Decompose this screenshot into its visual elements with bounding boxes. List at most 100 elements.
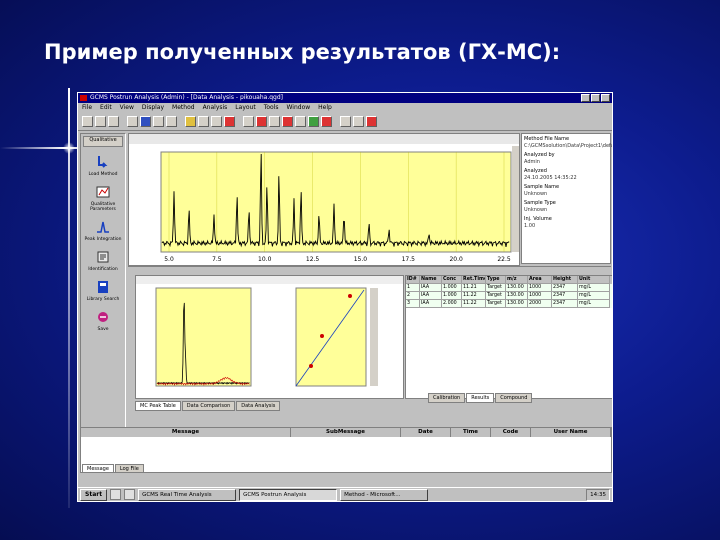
chromatogram-view-icon[interactable] (140, 115, 151, 127)
info-inj-volume: Inj. Volume 1.00 (524, 216, 552, 229)
x-tick-label: 7.5 (212, 256, 222, 263)
assistant-load-method[interactable]: Load Method (81, 154, 125, 177)
quick-launch-ie-icon[interactable] (110, 489, 122, 500)
message-log: Message SubMessage Date Time Code User N… (80, 427, 612, 473)
stop-icon[interactable] (321, 115, 332, 127)
spectrum-view-icon[interactable] (153, 115, 164, 127)
spectrum-scrollbar[interactable] (370, 288, 378, 386)
menu-window[interactable]: Window (286, 103, 310, 112)
minimize-button[interactable] (581, 94, 590, 102)
zoom-icon[interactable] (127, 115, 138, 127)
table-row[interactable]: 3 IAA 2.000 11.22 Target 130.00 2000 234… (406, 300, 612, 308)
report-icon[interactable] (282, 115, 293, 127)
marker-icon[interactable] (224, 115, 235, 127)
maximize-button[interactable] (591, 94, 600, 102)
tab-message[interactable]: Message (82, 464, 114, 473)
save-icon (98, 312, 108, 322)
splitter-bar[interactable] (128, 266, 611, 274)
calibration-point-2[interactable] (320, 334, 324, 338)
message-log-header: Message SubMessage Date Time Code User N… (81, 428, 611, 437)
identify-icon[interactable] (256, 115, 267, 127)
save-toolbar-icon[interactable] (95, 115, 106, 127)
chromatogram-plot[interactable]: 5.0 7.5 10.0 12.5 15.0 17.5 20.0 22.5 (129, 134, 519, 265)
qualitative-parameters-icon (96, 186, 110, 198)
menu-analysis[interactable]: Analysis (203, 103, 228, 112)
baseline-icon[interactable] (198, 115, 209, 127)
table-row[interactable]: 1 IAA 1.000 11.21 Target 130.00 1000 234… (406, 284, 612, 292)
chromatogram-scrollbar[interactable] (512, 146, 519, 252)
menu-layout[interactable]: Layout (235, 103, 255, 112)
spectrum-panel (135, 275, 404, 399)
tab-data-analysis[interactable]: Data Analysis (236, 401, 281, 411)
assistant-identification[interactable]: Identification (81, 249, 125, 272)
info-sample-type: Sample Type Unknown (524, 200, 556, 213)
quick-launch-desktop-icon[interactable] (124, 489, 136, 500)
app-icon (80, 95, 87, 101)
mass-chromatogram-area (155, 287, 252, 387)
layout-icon[interactable] (353, 115, 364, 127)
menu-tools[interactable]: Tools (264, 103, 279, 112)
x-tick-label: 17.5 (402, 256, 416, 263)
calibrate-icon[interactable] (243, 115, 254, 127)
results-table: ID# Name Conc Ret.Time Type m/z Area Hei… (405, 275, 612, 399)
task-postrun[interactable]: GCMS Postrun Analysis (239, 488, 338, 501)
print-icon[interactable] (108, 115, 119, 127)
x-tick-label: 5.0 (164, 256, 174, 263)
gcms-window: GCMS Postrun Analysis (Admin) - [Data An… (77, 92, 613, 502)
results-tabs: Calibration Results Compound (428, 393, 533, 403)
table-row[interactable]: 2 IAA 1.000 11.22 Target 130.00 1000 234… (406, 292, 612, 300)
assistant-library-search[interactable]: Library Search (81, 279, 125, 302)
tab-data-comparison[interactable]: Data Comparison (181, 401, 236, 411)
x-tick-label: 12.5 (306, 256, 320, 263)
assistant-peak-integration[interactable]: Peak Integration (81, 219, 125, 242)
info-analyzed-by: Analyzed by Admin (524, 152, 555, 165)
menu-bar: File Edit View Display Method Analysis L… (78, 103, 612, 112)
task-realtime[interactable]: GCMS Real Time Analysis (138, 488, 237, 501)
tab-calibration[interactable]: Calibration (428, 393, 466, 403)
assistant-bar: Qualitative Load Method Qualitative Para… (80, 133, 126, 435)
peak-icon[interactable] (211, 115, 222, 127)
chromatogram-panel: 5.0 7.5 10.0 12.5 15.0 17.5 20.0 22.5 (128, 133, 520, 266)
assistant-tab[interactable]: Qualitative (83, 136, 123, 147)
tab-mc-peak-table[interactable]: MC Peak Table (135, 401, 181, 411)
spectrum-header (136, 276, 403, 284)
tab-log-file[interactable]: Log File (114, 464, 144, 473)
calibration-point-3[interactable] (348, 294, 352, 298)
chromatogram-header (129, 134, 519, 144)
tab-results[interactable]: Results (466, 393, 495, 403)
calibration-point-1[interactable] (309, 364, 313, 368)
menu-method[interactable]: Method (172, 103, 195, 112)
integrate-icon[interactable] (185, 115, 196, 127)
x-tick-label: 15.0 (354, 256, 368, 263)
identification-icon (97, 251, 109, 263)
menu-help[interactable]: Help (318, 103, 332, 112)
window-title: GCMS Postrun Analysis (Admin) - [Data An… (90, 94, 283, 101)
spectrum-calibration-plot[interactable] (136, 276, 403, 398)
assistant-qualitative-parameters[interactable]: Qualitative Parameters (81, 184, 125, 212)
load-method-icon (98, 156, 108, 168)
window-title-bar: GCMS Postrun Analysis (Admin) - [Data An… (78, 93, 612, 103)
menu-display[interactable]: Display (142, 103, 164, 112)
chromatogram-plot-area (160, 151, 512, 253)
table-view-icon[interactable] (166, 115, 177, 127)
menu-view[interactable]: View (120, 103, 134, 112)
info-analyzed: Analyzed 24.10.2005 14:35:22 (524, 168, 577, 181)
start-button[interactable]: Start (80, 488, 108, 501)
menu-file[interactable]: File (82, 103, 92, 112)
open-icon[interactable] (82, 115, 93, 127)
close-button[interactable] (601, 94, 610, 102)
library-search-icon (98, 281, 108, 293)
menu-edit[interactable]: Edit (100, 103, 112, 112)
search-library-icon[interactable] (269, 115, 280, 127)
quantitate-icon[interactable] (308, 115, 319, 127)
tab-compound[interactable]: Compound (495, 393, 533, 403)
taskbar: Start GCMS Real Time Analysis GCMS Postr… (78, 487, 612, 501)
settings-icon[interactable] (340, 115, 351, 127)
compare-icon[interactable] (295, 115, 306, 127)
assistant-save[interactable]: Save (81, 309, 125, 332)
task-method[interactable]: Method - Microsoft... (340, 488, 429, 501)
message-tabs: Message Log File (82, 464, 144, 473)
info-method-file: Method File Name C:\GCMSsolution\Data\Pro… (524, 136, 612, 149)
help-icon[interactable] (366, 115, 377, 127)
toolbar (78, 112, 612, 131)
